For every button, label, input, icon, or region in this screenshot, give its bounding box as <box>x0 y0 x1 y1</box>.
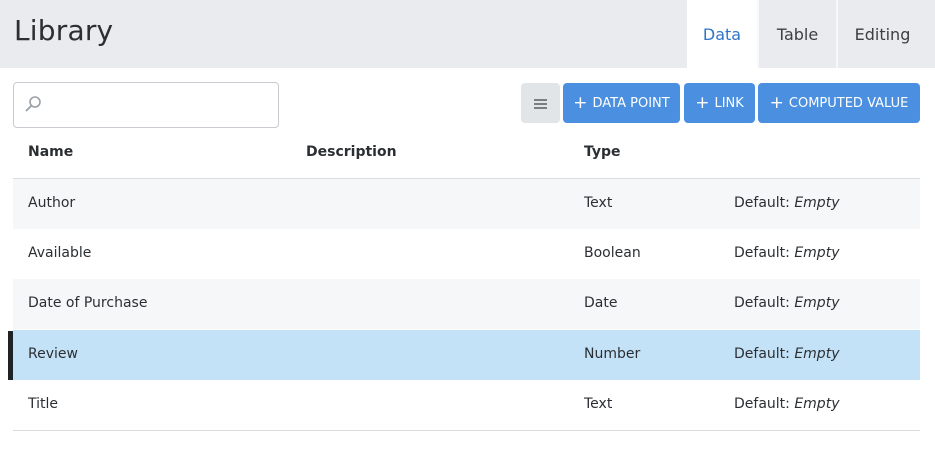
tab-editing[interactable]: Editing <box>838 0 927 68</box>
row-name: Review <box>28 346 78 362</box>
table-bottom-border <box>13 430 920 431</box>
add-data-point-label: DATA POINT <box>592 95 670 111</box>
selection-indicator <box>8 331 13 380</box>
header-bar: Library Data Table Editing <box>0 0 935 68</box>
row-default: Default: Empty <box>734 346 839 362</box>
row-type: Text <box>584 195 613 211</box>
row-default: Default: Empty <box>734 295 839 311</box>
default-label: Default: <box>734 346 790 362</box>
add-data-point-button[interactable]: + DATA POINT <box>563 83 680 123</box>
default-value: Empty <box>794 396 840 412</box>
default-label: Default: <box>734 245 790 261</box>
add-computed-value-button[interactable]: + COMPUTED VALUE <box>758 83 920 123</box>
row-type: Date <box>584 295 618 311</box>
table-row[interactable]: Title Text Default: Empty <box>13 380 920 430</box>
row-name: Title <box>28 396 59 412</box>
list-icon <box>534 94 547 113</box>
default-value: Empty <box>794 195 840 211</box>
row-default: Default: Empty <box>734 396 839 412</box>
tab-data[interactable]: Data <box>687 0 757 68</box>
tab-bar: Data Table Editing <box>687 0 927 68</box>
row-name: Available <box>28 245 92 261</box>
row-name: Author <box>28 195 76 211</box>
plus-icon: + <box>695 92 710 113</box>
default-label: Default: <box>734 195 790 211</box>
default-value: Empty <box>794 295 840 311</box>
table-header: Name Description Type <box>13 128 920 179</box>
column-header-type[interactable]: Type <box>584 144 621 160</box>
column-header-name[interactable]: Name <box>28 144 73 160</box>
row-type: Number <box>584 346 641 362</box>
row-type: Text <box>584 396 613 412</box>
search-box[interactable] <box>13 82 279 128</box>
table-row[interactable]: Author Text Default: Empty <box>13 179 920 229</box>
default-value: Empty <box>794 245 840 261</box>
list-menu-button[interactable] <box>521 83 560 123</box>
search-input[interactable] <box>50 83 274 127</box>
tab-table[interactable]: Table <box>759 0 836 68</box>
column-header-description[interactable]: Description <box>306 144 397 160</box>
plus-icon: + <box>573 92 588 113</box>
default-label: Default: <box>734 396 790 412</box>
table-row[interactable]: Available Boolean Default: Empty <box>13 229 920 279</box>
row-type: Boolean <box>584 245 641 261</box>
plus-icon: + <box>769 92 784 113</box>
table-row[interactable]: Date of Purchase Date Default: Empty <box>13 279 920 329</box>
add-link-button[interactable]: + LINK <box>684 83 755 123</box>
row-default: Default: Empty <box>734 245 839 261</box>
page-title: Library <box>14 14 114 47</box>
add-computed-value-label: COMPUTED VALUE <box>788 95 909 111</box>
row-default: Default: Empty <box>734 195 839 211</box>
default-label: Default: <box>734 295 790 311</box>
table-row-selected[interactable]: Review Number Default: Empty <box>13 330 920 380</box>
default-value: Empty <box>794 346 840 362</box>
row-name: Date of Purchase <box>28 295 148 311</box>
add-link-label: LINK <box>714 95 744 111</box>
